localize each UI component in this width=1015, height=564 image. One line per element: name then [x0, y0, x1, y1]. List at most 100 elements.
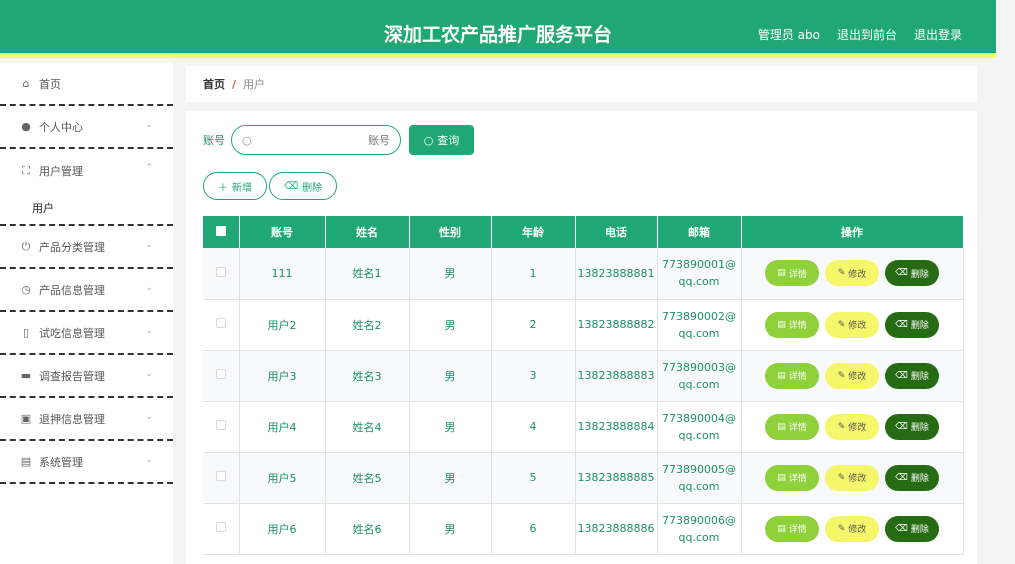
delete-label: 删除 [910, 423, 929, 433]
cell-account: 用户2 [239, 299, 326, 351]
delete-button[interactable]: ⌫ 删除 [885, 413, 939, 440]
detail-button[interactable]: ▤ 详情 [765, 362, 819, 389]
chevron-down-icon: ⌄ [145, 240, 153, 250]
add-button[interactable]: ＋ 新增 [203, 172, 267, 200]
table-header-row: 账号 姓名 性别 年龄 电话 邮箱 操作 [203, 216, 964, 248]
sidebar-item-survey-report[interactable]: ▬ 调查报告管理 ⌄ [0, 355, 173, 398]
edit-button[interactable]: ✎ 修改 [825, 515, 879, 542]
cell-gender: 男 [409, 299, 492, 351]
user-icon: ● [21, 120, 31, 133]
cell-account: 111 [239, 248, 326, 300]
row-checkbox[interactable] [203, 503, 240, 555]
detail-label: 详情 [788, 269, 807, 280]
top-bar: 深加工农产品推广服务平台 管理员 abo 退出到前台 退出登录 [0, 0, 996, 58]
pencil-icon: ✎ [837, 268, 846, 279]
main-content: 账号 ○ ○ 查询 ＋ 新增 ⌫ 删除 账号 姓名 性别 [186, 111, 977, 564]
sidebar-item-system[interactable]: ▤ 系统管理 ⌄ [0, 441, 173, 484]
row-checkbox[interactable] [203, 401, 240, 453]
logout-link[interactable]: 退出登录 [914, 26, 962, 43]
email-domain: qq.com [678, 428, 720, 442]
cell-ops: ▤ 详情 ✎ 修改 ⌫ 删除 [741, 503, 964, 555]
sidebar-item-user-management[interactable]: ⛶ 用户管理 ⌃ [0, 149, 173, 192]
edit-button[interactable]: ✎ 修改 [825, 311, 879, 338]
row-checkbox[interactable] [203, 350, 240, 402]
doc-icon: ▤ [777, 319, 786, 330]
detail-button[interactable]: ▤ 详情 [765, 413, 819, 440]
sidebar-item-deposit-refund[interactable]: ▣ 退押信息管理 ⌄ [0, 398, 173, 441]
delete-button[interactable]: ⌫ 删除 [885, 515, 939, 542]
edit-label: 修改 [848, 525, 867, 535]
edit-label: 修改 [848, 269, 867, 280]
search-input[interactable] [290, 133, 390, 147]
email-domain: qq.com [678, 530, 720, 544]
cell-email: 773890001@ qq.com [657, 248, 742, 300]
edit-label: 修改 [848, 372, 867, 382]
cell-email: 773890006@ qq.com [657, 503, 742, 555]
cell-phone: 13823888882 [575, 299, 658, 351]
row-checkbox[interactable] [203, 248, 240, 300]
detail-button[interactable]: ▤ 详情 [765, 515, 819, 542]
cell-email: 773890002@ qq.com [657, 299, 742, 351]
cell-name: 姓名1 [325, 248, 410, 300]
search-icon: ○ [423, 133, 434, 147]
email-domain: qq.com [678, 275, 720, 289]
clock-icon: ◷ [21, 283, 31, 296]
detail-label: 详情 [788, 423, 807, 433]
cell-phone: 13823888886 [575, 503, 658, 555]
delete-button[interactable]: ⌫ 删除 [885, 464, 939, 491]
cell-age: 2 [491, 299, 576, 351]
delete-label: 删除 [910, 525, 929, 535]
sidebar-item-personal-center[interactable]: ● 个人中心 ⌄ [0, 106, 173, 149]
select-all-checkbox[interactable] [203, 216, 240, 248]
sidebar-item-tasting-info[interactable]: ▯ 试吃信息管理 ⌄ [0, 312, 173, 355]
edit-button[interactable]: ✎ 修改 [825, 362, 879, 389]
cell-account: 用户5 [239, 452, 326, 504]
sidebar-item-label: 调查报告管理 [39, 369, 105, 383]
delete-label: 删除 [910, 269, 929, 280]
detail-button[interactable]: ▤ 详情 [765, 311, 819, 338]
detail-label: 详情 [788, 372, 807, 382]
edit-button[interactable]: ✎ 修改 [825, 413, 879, 440]
cell-gender: 男 [409, 503, 492, 555]
email-domain: qq.com [678, 377, 720, 391]
email-local: 773890006@ [662, 513, 736, 527]
row-checkbox[interactable] [203, 452, 240, 504]
search-field[interactable]: ○ [231, 125, 401, 155]
sidebar-item-product-info[interactable]: ◷ 产品信息管理 ⌄ [0, 269, 173, 312]
delete-label: 删除 [910, 372, 929, 382]
edit-button[interactable]: ✎ 修改 [825, 260, 879, 287]
detail-button[interactable]: ▤ 详情 [765, 464, 819, 491]
sidebar-subitem-user[interactable]: 用户 [0, 192, 173, 226]
cell-ops: ▤ 详情 ✎ 修改 ⌫ 删除 [741, 401, 964, 453]
sidebar-item-product-category[interactable]: ⏻ 产品分类管理 ⌄ [0, 226, 173, 269]
delete-button[interactable]: ⌫ 删除 [885, 260, 939, 287]
cell-age: 6 [491, 503, 576, 555]
cell-account: 用户3 [239, 350, 326, 402]
cell-age: 5 [491, 452, 576, 504]
delete-button[interactable]: ⌫ 删除 [885, 311, 939, 338]
edit-label: 修改 [848, 423, 867, 433]
cell-ops: ▤ 详情 ✎ 修改 ⌫ 删除 [741, 248, 964, 300]
query-button[interactable]: ○ 查询 [409, 125, 474, 155]
email-local: 773890004@ [662, 411, 736, 425]
doc-icon: ▤ [777, 472, 786, 483]
cell-age: 3 [491, 350, 576, 402]
chevron-down-icon: ⌄ [145, 412, 153, 422]
batch-delete-button[interactable]: ⌫ 删除 [269, 172, 338, 200]
cell-email: 773890004@ qq.com [657, 401, 742, 453]
sidebar-item-home[interactable]: ⌂ 首页 [0, 63, 173, 106]
cell-account: 用户4 [239, 401, 326, 453]
row-checkbox[interactable] [203, 299, 240, 351]
edit-button[interactable]: ✎ 修改 [825, 464, 879, 491]
column-header: 账号 [239, 216, 326, 248]
delete-button[interactable]: ⌫ 删除 [885, 362, 939, 389]
breadcrumb-home[interactable]: 首页 [203, 76, 225, 92]
detail-button[interactable]: ▤ 详情 [765, 260, 819, 287]
monitor-icon: ▬ [20, 369, 32, 382]
cell-phone: 13823888881 [575, 248, 658, 300]
cell-phone: 13823888885 [575, 452, 658, 504]
search-label: 账号 [203, 134, 225, 147]
email-domain: qq.com [678, 479, 720, 493]
front-link[interactable]: 退出到前台 [837, 26, 897, 43]
detail-label: 详情 [788, 525, 807, 535]
